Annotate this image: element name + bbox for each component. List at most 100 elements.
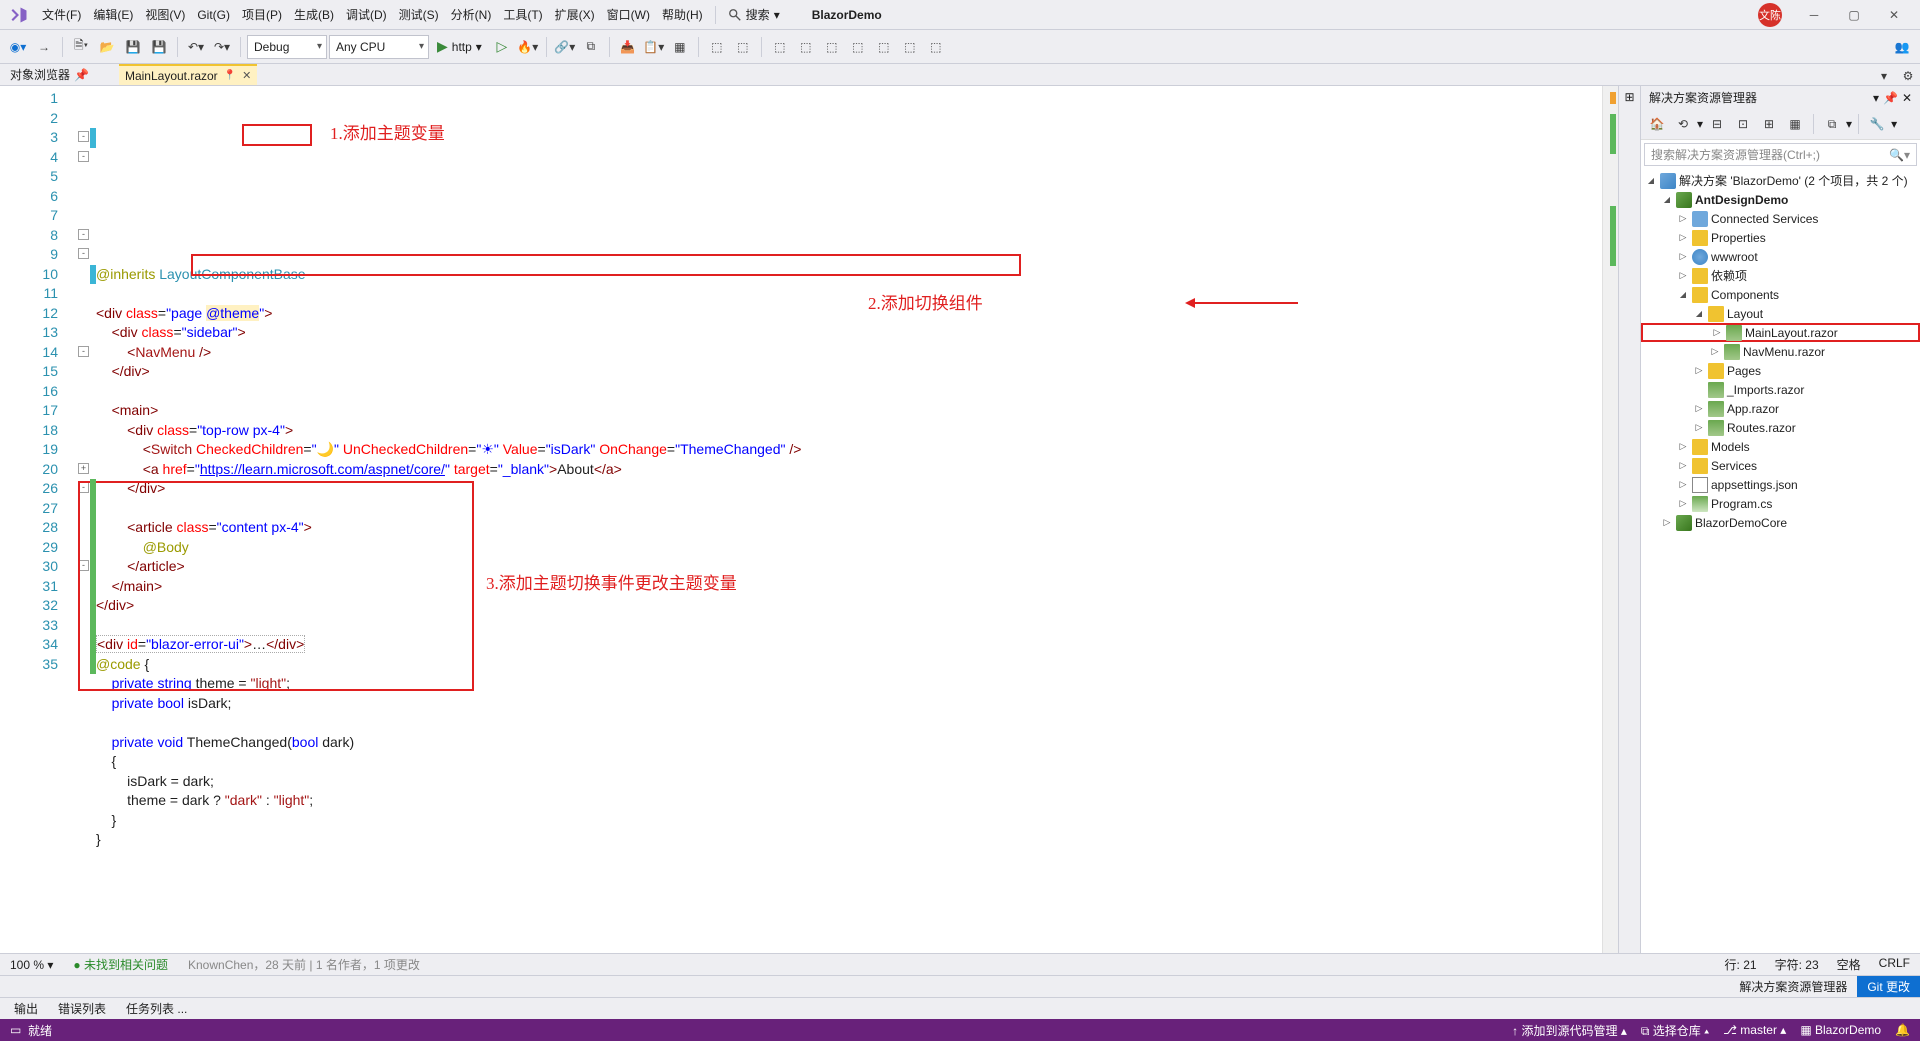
tb-sol-5[interactable]: ⧉	[1820, 112, 1844, 136]
live-share-icon[interactable]: 👥	[1890, 35, 1914, 59]
menu-git[interactable]: Git(G)	[191, 4, 236, 26]
close-button[interactable]: ✕	[1874, 0, 1914, 30]
issues-text[interactable]: 未找到相关问题	[84, 958, 168, 972]
doc-tab-dropdown-icon[interactable]: ▾	[1872, 64, 1896, 88]
tab-error-list[interactable]: 错误列表	[50, 998, 114, 1019]
menu-project[interactable]: 项目(P)	[236, 2, 288, 27]
tb-sol-3[interactable]: ⊞	[1757, 112, 1781, 136]
tb-icon-8[interactable]: ⬚	[794, 35, 818, 59]
notifications-bell-icon[interactable]: 🔔	[1895, 1023, 1910, 1037]
tree-node[interactable]: Program.cs	[1641, 494, 1920, 513]
tree-node[interactable]: App.razor	[1641, 399, 1920, 418]
sync-icon[interactable]: ⟲	[1671, 112, 1695, 136]
menu-build[interactable]: 生成(B)	[288, 2, 340, 27]
start-nodebug-button[interactable]: ▷	[490, 35, 514, 59]
tree-node[interactable]: Routes.razor	[1641, 418, 1920, 437]
project-name[interactable]: BlazorDemo	[1815, 1023, 1881, 1037]
config-combo[interactable]: Debug	[247, 35, 327, 59]
tb-icon-13[interactable]: ⬚	[924, 35, 948, 59]
add-source-control[interactable]: ↑ 添加到源代码管理 ▴	[1512, 1022, 1627, 1039]
tab-git-changes[interactable]: Git 更改	[1857, 976, 1920, 997]
search-button[interactable]: 搜索 ▾	[722, 4, 786, 25]
settings-gear-icon[interactable]: ⚙	[1896, 64, 1920, 88]
tree-node[interactable]: Models	[1641, 437, 1920, 456]
tree-node[interactable]: Layout	[1641, 304, 1920, 323]
tb-icon-11[interactable]: ⬚	[872, 35, 896, 59]
menu-edit[interactable]: 编辑(E)	[87, 2, 139, 27]
pin-icon[interactable]: 📌	[1883, 91, 1898, 105]
menu-test[interactable]: 测试(S)	[393, 2, 445, 27]
tb-icon-4[interactable]: ▦	[668, 35, 692, 59]
tree-node[interactable]: NavMenu.razor	[1641, 342, 1920, 361]
branch-indicator[interactable]: ⎇ master ▴	[1723, 1023, 1786, 1037]
tb-icon-9[interactable]: ⬚	[820, 35, 844, 59]
user-avatar[interactable]: 文陈	[1758, 3, 1782, 27]
tree-node[interactable]: Connected Services	[1641, 209, 1920, 228]
vertical-scrollbar[interactable]	[1602, 86, 1618, 953]
tree-node[interactable]: _Imports.razor	[1641, 380, 1920, 399]
document-tab-active[interactable]: MainLayout.razor 📍 ✕	[119, 64, 257, 85]
tb-sol-2[interactable]: ⊡	[1731, 112, 1755, 136]
tb-icon-1[interactable]: ⧉	[579, 35, 603, 59]
dropdown-icon[interactable]: ▾	[1873, 91, 1879, 105]
tree-node[interactable]: Components	[1641, 285, 1920, 304]
start-debug-button[interactable]: ▶http ▾	[431, 38, 488, 55]
menu-extensions[interactable]: 扩展(X)	[549, 2, 601, 27]
maximize-button[interactable]: ▢	[1834, 0, 1874, 30]
undo-button[interactable]: ↶▾	[184, 35, 208, 59]
tree-node[interactable]: Services	[1641, 456, 1920, 475]
tb-icon-5[interactable]: ⬚	[705, 35, 729, 59]
zoom-level[interactable]: 100 %	[10, 958, 44, 972]
menu-window[interactable]: 窗口(W)	[601, 2, 656, 27]
tb-icon-7[interactable]: ⬚	[768, 35, 792, 59]
menu-help[interactable]: 帮助(H)	[656, 2, 709, 27]
expand-icon[interactable]: ⊞	[1624, 90, 1634, 104]
platform-combo[interactable]: Any CPU	[329, 35, 429, 59]
back-button[interactable]: ◉▾	[6, 35, 30, 59]
menu-analyze[interactable]: 分析(N)	[445, 2, 498, 27]
solution-search[interactable]: 搜索解决方案资源管理器(Ctrl+;) 🔍▾	[1644, 143, 1917, 166]
tree-node[interactable]: 依赖项	[1641, 266, 1920, 285]
solution-tree[interactable]: 解决方案 'BlazorDemo' (2 个项目，共 2 个)AntDesign…	[1641, 169, 1920, 953]
minimize-button[interactable]: ─	[1794, 0, 1834, 30]
save-all-icon[interactable]: 💾	[147, 35, 171, 59]
line-ending[interactable]: CRLF	[1879, 956, 1910, 973]
new-project-icon[interactable]: 🗎▾	[69, 35, 93, 59]
save-icon[interactable]: 💾	[121, 35, 145, 59]
tb-icon-3[interactable]: 📋▾	[642, 35, 666, 59]
open-icon[interactable]: 📂	[95, 35, 119, 59]
pin-icon[interactable]: 📌	[74, 68, 89, 82]
menu-file[interactable]: 文件(F)	[36, 2, 87, 27]
object-browser-tab[interactable]: 对象浏览器 📌	[0, 64, 99, 85]
menu-debug[interactable]: 调试(D)	[340, 2, 393, 27]
tab-output[interactable]: 输出	[6, 998, 46, 1019]
tree-node[interactable]: Properties	[1641, 228, 1920, 247]
output-icon[interactable]: ▭	[10, 1023, 21, 1037]
tree-node[interactable]: wwwroot	[1641, 247, 1920, 266]
redo-button[interactable]: ↷▾	[210, 35, 234, 59]
tb-sol-1[interactable]: ⊟	[1705, 112, 1729, 136]
tb-icon-6[interactable]: ⬚	[731, 35, 755, 59]
tree-node[interactable]: appsettings.json	[1641, 475, 1920, 494]
tree-node[interactable]: 解决方案 'BlazorDemo' (2 个项目，共 2 个)	[1641, 171, 1920, 190]
tb-sol-4[interactable]: ▦	[1783, 112, 1807, 136]
select-repo[interactable]: ⧉ 选择仓库 ▴	[1641, 1022, 1709, 1039]
tree-node[interactable]: Pages	[1641, 361, 1920, 380]
tb-icon-10[interactable]: ⬚	[846, 35, 870, 59]
tab-solution-explorer[interactable]: 解决方案资源管理器	[1729, 976, 1857, 997]
tb-icon-2[interactable]: 📥	[616, 35, 640, 59]
pin-icon[interactable]: 📍	[224, 70, 236, 81]
menu-tools[interactable]: 工具(T)	[497, 2, 548, 27]
tree-node[interactable]: MainLayout.razor	[1641, 323, 1920, 342]
hot-reload-icon[interactable]: 🔥▾	[516, 35, 540, 59]
tb-icon-12[interactable]: ⬚	[898, 35, 922, 59]
browser-link-icon[interactable]: 🔗▾	[553, 35, 577, 59]
forward-button[interactable]: →	[32, 35, 56, 59]
close-icon[interactable]: ✕	[1902, 91, 1912, 105]
tree-node[interactable]: BlazorDemoCore	[1641, 513, 1920, 532]
tree-node[interactable]: AntDesignDemo	[1641, 190, 1920, 209]
indent-mode[interactable]: 空格	[1837, 956, 1861, 973]
tab-task-list[interactable]: 任务列表 ...	[118, 998, 195, 1019]
menu-view[interactable]: 视图(V)	[139, 2, 191, 27]
close-tab-icon[interactable]: ✕	[242, 69, 251, 82]
